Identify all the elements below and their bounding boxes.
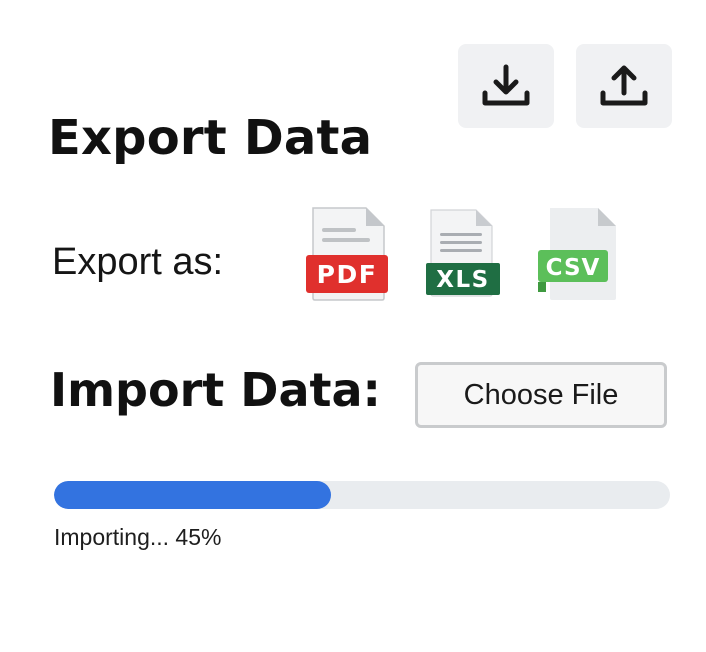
xls-file-icon: XLS — [426, 209, 500, 297]
export-xls-button[interactable]: XLS — [424, 208, 502, 303]
export-as-label: Export as: — [52, 241, 224, 283]
download-button[interactable] — [458, 44, 554, 128]
export-pdf-button[interactable]: PDF — [304, 206, 390, 307]
upload-button[interactable] — [576, 44, 672, 128]
pdf-file-icon: PDF — [306, 207, 388, 301]
progress-status-text: Importing... 45% — [54, 524, 222, 550]
export-csv-button[interactable]: CSV — [536, 206, 620, 307]
export-title: Export Data — [48, 110, 373, 166]
choose-file-button[interactable]: Choose File — [415, 362, 667, 428]
import-title: Import Data: — [50, 363, 381, 417]
progress-bar-fill — [54, 481, 332, 509]
csv-file-icon: CSV — [538, 208, 616, 300]
csv-label: CSV — [546, 255, 601, 281]
pdf-label: PDF — [317, 260, 378, 289]
download-icon — [482, 64, 530, 106]
xls-label: XLS — [436, 267, 489, 293]
progress-bar — [54, 481, 670, 509]
upload-icon — [600, 65, 648, 106]
